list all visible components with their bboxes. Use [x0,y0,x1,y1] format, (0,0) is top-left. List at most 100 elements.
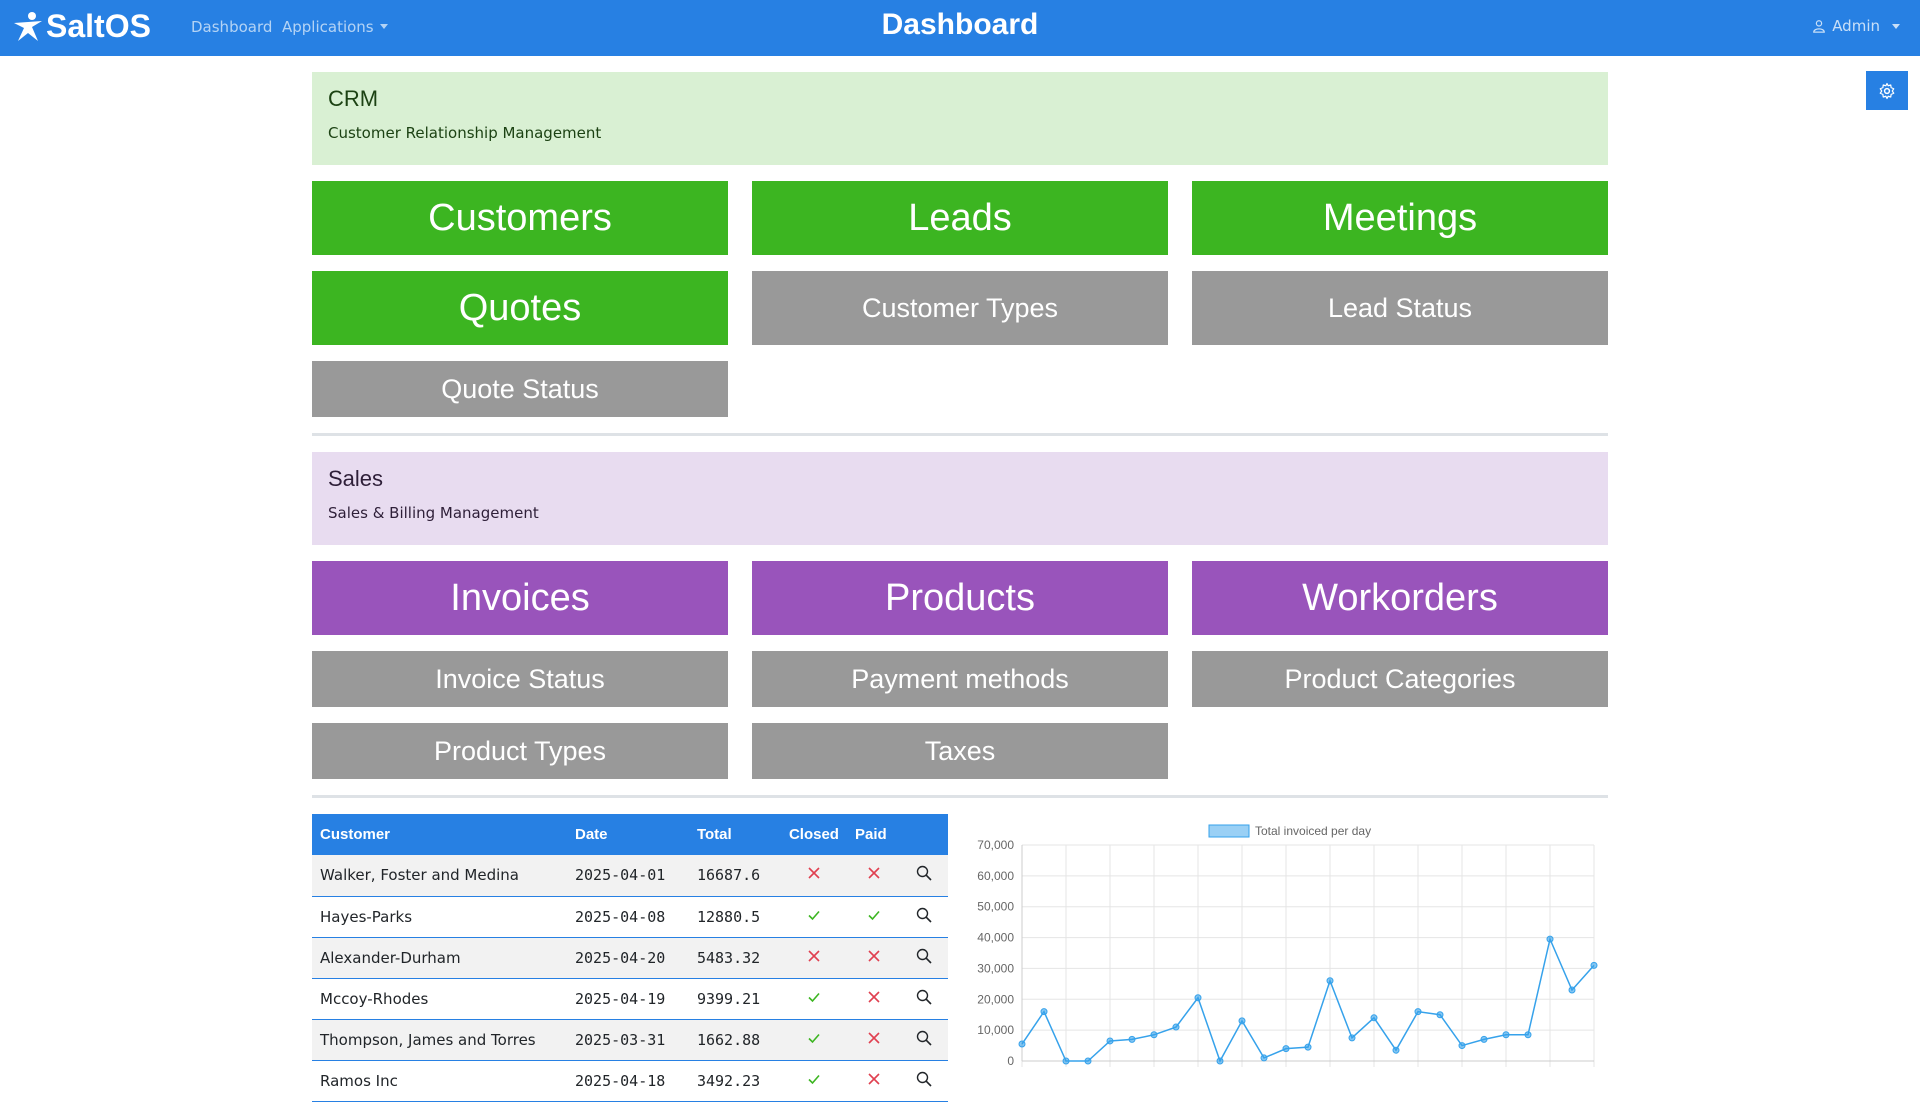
data-point [1018,1040,1026,1048]
cell-closed [780,978,847,1020]
brand-name: SaltOS [46,8,151,44]
section-divider [312,795,1608,798]
search-icon [917,948,933,964]
search-icon [917,1030,933,1046]
data-point [1348,1034,1356,1042]
tile-invoices[interactable]: Invoices [312,561,728,635]
brand-logo[interactable]: SaltOS [12,8,151,45]
tile-customer-types[interactable]: Customer Types [752,271,1168,345]
cell-total: 16687.6 [688,855,781,897]
y-tick-label: 0 [1007,1054,1014,1068]
page-title: Dashboard [881,8,1039,41]
table-row[interactable]: Walker, Foster and Medina 2025-04-01 16687… [312,855,948,897]
check-icon [808,992,820,1002]
data-point [1040,1008,1048,1016]
data-point [1150,1031,1158,1039]
cell-closed [780,896,847,938]
nav-applications[interactable]: Applications [282,18,388,36]
data-point [1590,961,1598,969]
data-point [1062,1057,1070,1065]
data-point [1260,1054,1268,1062]
cell-total: 9399.21 [688,978,781,1020]
tile-payment-methods[interactable]: Payment methods [752,651,1168,707]
cell-customer: Thompson, James and Torres [312,1019,567,1061]
view-button[interactable] [900,855,948,897]
col-paid: Paid [846,814,901,855]
cell-paid [846,1019,901,1061]
cell-customer: Ramos Inc [312,1060,567,1102]
legend-swatch [1208,824,1250,838]
gear-icon [1879,82,1895,99]
view-button[interactable] [900,937,948,979]
y-tick-label: 20,000 [977,992,1014,1006]
tile-quotes[interactable]: Quotes [312,271,728,345]
tile-customers[interactable]: Customers [312,181,728,255]
table-row[interactable]: Mccoy-Rhodes 2025-04-19 9399.21 [312,978,948,1020]
cell-paid [846,855,901,897]
saltos-logo-icon [14,11,42,41]
user-menu[interactable]: Admin [1812,17,1900,35]
view-button[interactable] [900,1019,948,1061]
cell-customer: Walker, Foster and Medina [312,855,567,897]
cell-paid [846,896,901,938]
y-tick-label: 30,000 [977,961,1014,975]
table-row[interactable]: Thompson, James and Torres 2025-03-31 1662… [312,1019,948,1061]
check-icon [808,1074,820,1084]
tile-taxes[interactable]: Taxes [752,723,1168,779]
tile-product-types[interactable]: Product Types [312,723,728,779]
view-button[interactable] [900,978,948,1020]
cell-customer: Hayes-Parks [312,896,567,938]
data-point [1304,1043,1312,1051]
data-point [1084,1057,1092,1065]
data-point [1194,994,1202,1002]
tile-meetings[interactable]: Meetings [1192,181,1608,255]
tile-leads[interactable]: Leads [752,181,1168,255]
data-point [1282,1045,1290,1053]
tile-quote-status[interactable]: Quote Status [312,361,728,417]
data-point [1216,1057,1224,1065]
data-point [1480,1035,1488,1043]
section-divider [312,433,1608,436]
data-point [1568,986,1576,994]
settings-button[interactable] [1866,71,1908,110]
data-point [1172,1023,1180,1031]
table-row[interactable]: Alexander-Durham 2025-04-20 5483.32 [312,937,948,979]
tile-products[interactable]: Products [752,561,1168,635]
data-point [1392,1046,1400,1054]
data-point [1458,1042,1466,1050]
data-point [1546,935,1554,943]
data-point [1414,1008,1422,1016]
col-date: Date [566,814,689,855]
chevron-down-icon [379,24,388,29]
sales-subtitle: Sales & Billing Management [328,504,539,522]
tile-invoice-status[interactable]: Invoice Status [312,651,728,707]
cell-paid [846,937,901,979]
tile-lead-status[interactable]: Lead Status [1192,271,1608,345]
view-button[interactable] [900,896,948,938]
table-row[interactable]: Ramos Inc 2025-04-18 3492.23 [312,1060,948,1102]
x-icon [868,1072,880,1085]
cell-closed [780,855,847,897]
view-button[interactable] [900,1060,948,1102]
nav-applications-label: Applications [282,18,374,36]
data-point [1238,1017,1246,1025]
tile-product-categories[interactable]: Product Categories [1192,651,1608,707]
nav-dashboard[interactable]: Dashboard [191,18,272,36]
y-tick-label: 50,000 [977,900,1014,914]
check-icon [808,910,820,920]
user-icon [1813,20,1826,33]
cell-customer: Mccoy-Rhodes [312,978,567,1020]
tile-workorders[interactable]: Workorders [1192,561,1608,635]
navbar: SaltOS Dashboard Applications Dashboard … [0,0,1920,56]
x-icon [808,867,820,879]
col-actions [900,814,948,855]
search-icon [917,866,933,881]
check-icon [808,1033,820,1043]
crm-title: CRM [328,86,379,111]
cell-date: 2025-04-01 [566,855,689,897]
search-icon [917,1071,933,1087]
cell-date: 2025-04-18 [566,1060,689,1102]
cell-closed [780,1019,847,1061]
cell-paid [846,1060,901,1102]
table-row[interactable]: Hayes-Parks 2025-04-08 12880.5 [312,896,948,938]
